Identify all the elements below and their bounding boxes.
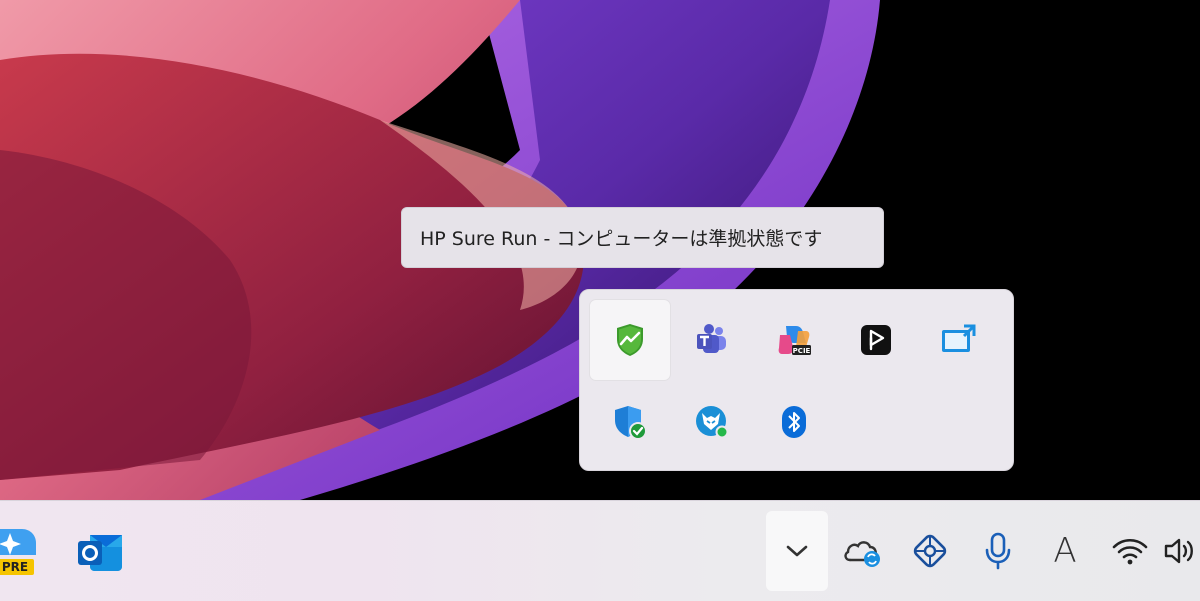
- taskbar-app-outlook[interactable]: [76, 525, 128, 577]
- copilot-preview-icon: PCIE: [778, 326, 811, 355]
- security-shield-check-icon: [615, 406, 647, 440]
- show-hidden-icons-button[interactable]: [766, 511, 828, 591]
- taskbar: PRE A: [0, 500, 1200, 601]
- tray-item-media-player[interactable]: [836, 300, 916, 380]
- outlook-icon: [78, 535, 122, 571]
- tray-microphone[interactable]: [978, 529, 1018, 573]
- svg-text:PCIE: PCIE: [793, 347, 811, 355]
- microphone-icon: [985, 532, 1011, 570]
- tray-item-hp-sure-run[interactable]: [590, 300, 670, 380]
- tray-item-copilot[interactable]: PCIE: [754, 300, 834, 380]
- screen-share-icon: [942, 324, 976, 352]
- ime-icon: A: [1053, 531, 1077, 571]
- network-hub-icon: [913, 534, 947, 568]
- tray-item-screen-share[interactable]: [918, 300, 998, 380]
- tray-overflow-flyout: PCIE: [579, 289, 1014, 471]
- tray-ime[interactable]: A: [1046, 529, 1084, 573]
- chevron-down-icon: [786, 545, 808, 557]
- onedrive-sync-icon: [844, 541, 880, 567]
- tray-item-bluetooth[interactable]: [754, 382, 834, 462]
- tray-item-vpn[interactable]: [672, 382, 752, 462]
- tray-network-hub[interactable]: [908, 531, 952, 571]
- wifi-icon: [1112, 538, 1148, 565]
- taskbar-app-preview[interactable]: PRE: [0, 525, 40, 579]
- tray-volume[interactable]: [1160, 531, 1200, 571]
- media-player-icon: [861, 325, 891, 355]
- tray-onedrive[interactable]: [840, 531, 884, 571]
- tray-wifi[interactable]: [1110, 531, 1150, 571]
- tray-item-teams[interactable]: [672, 300, 752, 380]
- hp-sure-run-tooltip: HP Sure Run - コンピューターは準拠状態です: [401, 207, 884, 268]
- app-preview-icon: PRE: [0, 529, 36, 575]
- vpn-fox-icon: [696, 406, 729, 439]
- volume-icon: [1164, 538, 1193, 564]
- teams-icon: [697, 324, 726, 353]
- bluetooth-icon: [782, 406, 806, 438]
- tooltip-text: HP Sure Run - コンピューターは準拠状態です: [420, 228, 823, 250]
- pre-badge: PRE: [2, 560, 28, 574]
- hp-sure-run-shield-icon: [617, 324, 643, 356]
- tray-item-security[interactable]: [590, 382, 670, 462]
